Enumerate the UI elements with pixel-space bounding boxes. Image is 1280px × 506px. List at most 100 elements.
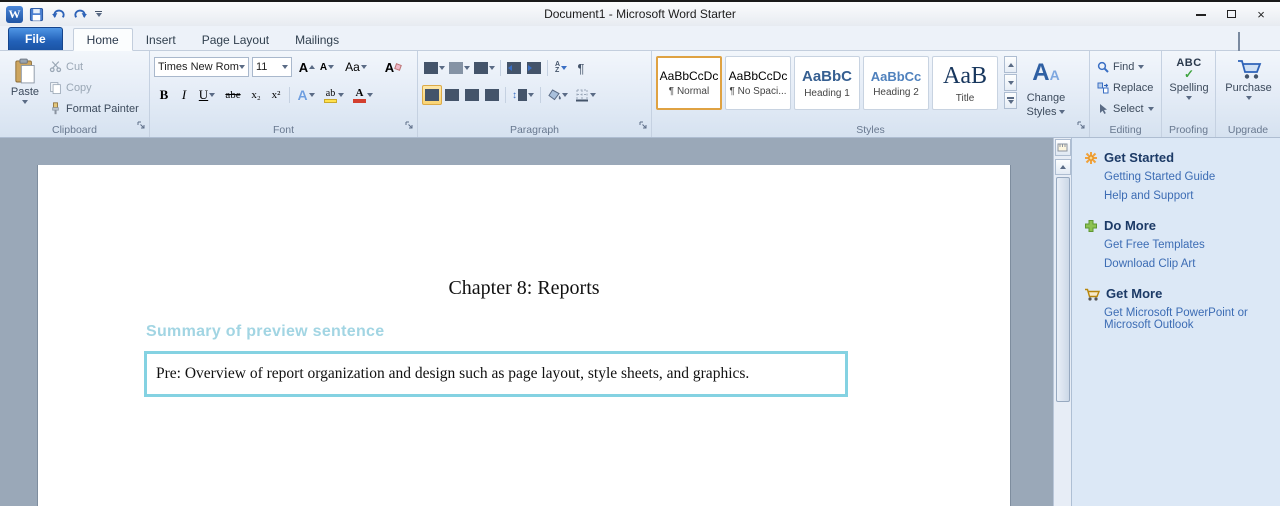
minimize-button[interactable] (1186, 4, 1216, 24)
tab-page-layout[interactable]: Page Layout (189, 29, 282, 50)
text-effects-icon: A (297, 87, 307, 103)
link-help-and-support[interactable]: Help and Support (1104, 190, 1272, 202)
subscript-button[interactable]: x₂ (246, 85, 266, 105)
document-area[interactable]: Chapter 8: Reports Summary of preview se… (0, 138, 1053, 506)
link-get-powerpoint-outlook[interactable]: Get Microsoft PowerPoint or Microsoft Ou… (1104, 307, 1272, 331)
increase-indent-icon (527, 62, 541, 74)
purchase-button[interactable]: Purchase (1220, 54, 1277, 101)
justify-icon (485, 89, 499, 101)
caret-icon (328, 65, 334, 69)
collapse-ribbon-button[interactable] (1238, 34, 1252, 46)
save-button[interactable] (28, 5, 45, 23)
subscript-label: x₂ (251, 89, 260, 101)
grow-font-button[interactable]: A (297, 57, 317, 77)
font-dialog-launcher[interactable] (405, 117, 414, 135)
strikethrough-button[interactable]: abe (220, 85, 246, 105)
redo-button[interactable] (72, 5, 89, 23)
style-heading-1[interactable]: AaBbC Heading 1 (794, 56, 860, 110)
document-selected-paragraph[interactable]: Pre: Overview of report organization and… (144, 351, 848, 397)
font-color-button[interactable]: A (349, 85, 377, 105)
justify-button[interactable] (482, 85, 502, 105)
bullets-button[interactable] (422, 58, 447, 78)
align-center-button[interactable] (442, 85, 462, 105)
cut-button[interactable]: Cut (46, 56, 142, 77)
link-get-free-templates[interactable]: Get Free Templates (1104, 239, 1272, 251)
do-more-section: Do More Get Free Templates Download Clip… (1084, 218, 1272, 270)
paragraph-group: A Z ¶ ↕ (418, 51, 652, 137)
style-normal[interactable]: AaBbCcDc ¶ Normal (656, 56, 722, 110)
clear-formatting-button[interactable]: A (383, 57, 403, 77)
change-case-button[interactable]: Aa (343, 57, 369, 77)
tab-home[interactable]: Home (73, 28, 133, 51)
align-right-button[interactable] (462, 85, 482, 105)
word-logo-icon[interactable]: W (6, 6, 23, 23)
show-paragraph-marks-button[interactable]: ¶ (571, 58, 591, 78)
font-group: Times New Rom 11 A A Aa A (150, 51, 418, 137)
select-label: Select (1113, 103, 1144, 115)
numbering-button[interactable] (447, 58, 472, 78)
highlight-button[interactable]: ab (319, 85, 349, 105)
multilevel-list-button[interactable] (472, 58, 497, 78)
multilevel-list-icon (474, 62, 488, 74)
tab-file[interactable]: File (8, 27, 63, 50)
gallery-up-button[interactable] (1004, 56, 1017, 73)
font-color-label: A (356, 87, 364, 99)
copy-button[interactable]: Copy (46, 77, 142, 98)
style-heading-2[interactable]: AaBbCc Heading 2 (863, 56, 929, 110)
line-spacing-button[interactable]: ↕ (509, 85, 537, 105)
undo-button[interactable] (50, 5, 67, 23)
style-title[interactable]: AaB Title (932, 56, 998, 110)
paragraph-dialog-launcher[interactable] (639, 117, 648, 135)
replace-button[interactable]: Replace (1094, 77, 1158, 98)
gallery-down-button[interactable] (1004, 74, 1017, 91)
font-family-combo[interactable]: Times New Rom (154, 57, 249, 77)
superscript-button[interactable]: x² (266, 85, 286, 105)
shrink-font-button[interactable]: A (317, 57, 337, 77)
scroll-up-button[interactable] (1055, 159, 1071, 175)
align-left-button[interactable] (422, 85, 442, 105)
dialog-launcher-icon (405, 121, 414, 130)
gallery-more-button[interactable] (1004, 92, 1017, 109)
vertical-scrollbar[interactable] (1053, 138, 1071, 506)
clipboard-dialog-launcher[interactable] (137, 117, 146, 135)
find-button[interactable]: Find (1094, 56, 1158, 77)
borders-button[interactable] (571, 85, 599, 105)
scrollbar-thumb[interactable] (1056, 177, 1070, 402)
text-effects-button[interactable]: A (293, 85, 319, 105)
upgrade-group: Purchase Upgrade (1216, 51, 1280, 137)
eraser-icon (394, 63, 402, 71)
styles-dialog-launcher[interactable] (1077, 117, 1086, 135)
tab-insert[interactable]: Insert (133, 29, 189, 50)
style-preview: AaBbCcDc (660, 69, 719, 83)
close-button[interactable]: × (1246, 4, 1276, 24)
change-styles-button[interactable]: AA Change Styles (1020, 56, 1072, 119)
link-download-clip-art[interactable]: Download Clip Art (1104, 258, 1272, 270)
increase-indent-button[interactable] (524, 58, 544, 78)
select-button[interactable]: Select (1094, 98, 1158, 119)
maximize-button[interactable] (1216, 4, 1246, 24)
paste-button[interactable]: Paste (4, 54, 46, 105)
italic-button[interactable]: I (174, 85, 194, 105)
font-size-combo[interactable]: 11 (252, 57, 292, 77)
view-ruler-button[interactable] (1055, 139, 1071, 156)
tab-mailings[interactable]: Mailings (282, 29, 352, 50)
document-annotation[interactable]: Summary of preview sentence (146, 323, 384, 341)
document-heading[interactable]: Chapter 8: Reports (38, 277, 1010, 300)
qat-customize-button[interactable] (94, 5, 103, 23)
sort-button[interactable]: A Z (551, 58, 571, 78)
style-name: Heading 2 (873, 87, 919, 98)
bold-button[interactable]: B (154, 85, 174, 105)
spelling-button[interactable]: ABC ✓ Spelling (1166, 54, 1212, 101)
format-painter-button[interactable]: Format Painter (46, 98, 142, 119)
underline-button[interactable]: U (194, 85, 220, 105)
caret-icon (367, 93, 373, 97)
document-page[interactable]: Chapter 8: Reports Summary of preview se… (38, 165, 1010, 506)
caret-up-icon (1008, 63, 1014, 67)
decrease-indent-button[interactable] (504, 58, 524, 78)
shopping-cart-icon (1236, 58, 1262, 80)
get-more-heading: Get More (1084, 286, 1272, 301)
style-no-spacing[interactable]: AaBbCcDc ¶ No Spaci... (725, 56, 791, 110)
link-getting-started-guide[interactable]: Getting Started Guide (1104, 171, 1272, 183)
shading-button[interactable] (544, 85, 571, 105)
more-bar-icon (1007, 97, 1014, 99)
